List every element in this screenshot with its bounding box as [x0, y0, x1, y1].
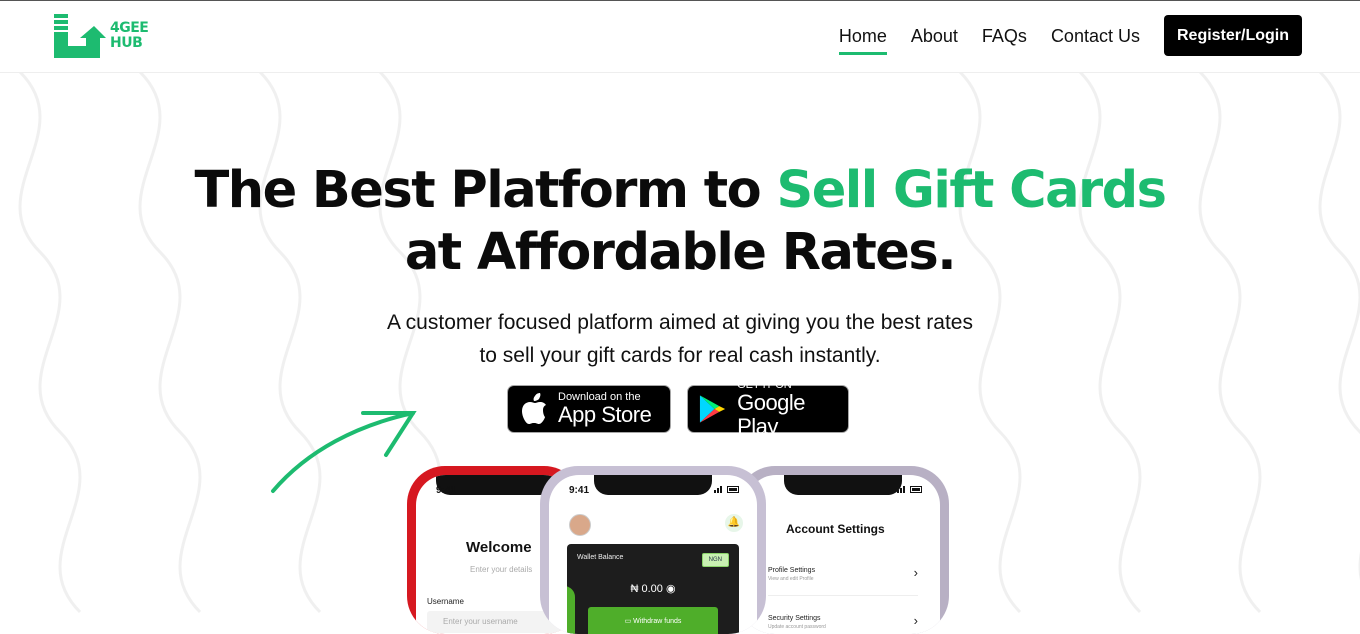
- signal-icon: [714, 486, 722, 493]
- google-play-text: GET IT ON Google Play: [737, 379, 848, 439]
- brand-name-line1: 4GEE: [110, 20, 149, 36]
- wallet-balance-amount: ₦ 0.00: [630, 583, 663, 595]
- hero-title-line2: at Affordable Rates.: [404, 223, 957, 282]
- welcome-heading: Welcome: [466, 539, 532, 556]
- hero-subtitle-line2: to sell your gift cards for real cash in…: [479, 344, 881, 367]
- hero-title-part1: The Best Platform to: [194, 161, 777, 220]
- hero-title: The Best Platform to Sell Gift Cards at …: [0, 160, 1360, 284]
- google-play-button[interactable]: GET IT ON Google Play: [687, 379, 849, 439]
- profile-settings-item: Profile Settings View and edit Profile ›: [768, 559, 918, 596]
- hero-section: The Best Platform to Sell Gift Cards at …: [0, 160, 1360, 372]
- status-icons: [897, 486, 924, 493]
- nav-about-link[interactable]: About: [911, 18, 958, 53]
- wallet-balance-label: Wallet Balance: [577, 554, 624, 561]
- brand-name: 4GEE HUB: [110, 20, 149, 51]
- battery-icon: [727, 486, 739, 493]
- decorative-arrow-icon: [271, 411, 417, 493]
- nav-contact-link[interactable]: Contact Us: [1051, 18, 1140, 53]
- status-time: 9:41: [569, 485, 590, 496]
- chevron-right-icon: ›: [913, 613, 918, 628]
- app-store-text: Download on the App Store: [558, 391, 652, 427]
- phone-notch: [784, 475, 902, 495]
- profile-settings-title: Profile Settings: [768, 567, 816, 574]
- profile-settings-sub: View and edit Profile: [768, 576, 814, 582]
- phone-notch: [594, 475, 712, 495]
- main-nav: Home About FAQs Contact Us Register/Logi…: [838, 15, 1302, 56]
- google-play-icon: [699, 395, 726, 423]
- status-time: 9:41: [436, 485, 457, 496]
- nav-faqs-link[interactable]: FAQs: [982, 18, 1027, 53]
- phone-wallet-screen: 9:41 🔔 Wallet Balance NGN ₦ 0.00 ◉ ▭ Wit…: [549, 475, 757, 634]
- chevron-right-icon: ›: [913, 565, 918, 580]
- account-settings-title: Account Settings: [786, 522, 885, 536]
- signal-icon: [897, 486, 905, 493]
- eye-icon: ◉: [665, 583, 676, 595]
- app-store-big-label: App Store: [558, 402, 652, 427]
- security-settings-item: Security Settings Update account passwor…: [768, 607, 918, 634]
- battery-icon: [910, 486, 922, 493]
- username-label: Username: [427, 597, 464, 606]
- hero-subtitle-line1: A customer focused platform aimed at giv…: [387, 311, 973, 334]
- app-store-button[interactable]: Download on the App Store: [507, 385, 671, 433]
- brand-logo[interactable]: 4GEE HUB: [54, 14, 149, 58]
- avatar: [569, 514, 591, 536]
- welcome-subtext: Enter your details: [470, 565, 533, 574]
- nav-home-link[interactable]: Home: [838, 18, 887, 55]
- wallet-balance-value: ₦ 0.00 ◉: [567, 582, 739, 595]
- brand-name-line2: HUB: [110, 35, 143, 51]
- google-play-big-label: Google Play: [737, 390, 806, 439]
- phone-account-screen: Account Settings Profile Settings View a…: [746, 475, 940, 634]
- withdraw-funds-button: ▭ Withdraw funds: [588, 607, 718, 634]
- wallet-icon: ▭: [624, 618, 632, 625]
- bell-icon: 🔔: [725, 514, 743, 532]
- security-settings-sub: Update account password: [768, 624, 826, 630]
- withdraw-funds-label: Withdraw funds: [633, 618, 682, 625]
- brand-logo-mark-icon: [54, 14, 106, 58]
- apple-icon: [522, 393, 546, 424]
- currency-badge: NGN: [701, 553, 729, 567]
- hero-subtitle: A customer focused platform aimed at giv…: [0, 306, 1360, 372]
- top-navbar: 4GEE HUB Home About FAQs Contact Us Regi…: [0, 1, 1360, 73]
- app-store-badges: Download on the App Store GET IT ON Goog…: [507, 379, 849, 439]
- status-icons: [714, 486, 741, 493]
- security-settings-title: Security Settings: [768, 615, 821, 622]
- hero-title-highlight: Sell Gift Cards: [776, 161, 1167, 220]
- register-login-button[interactable]: Register/Login: [1163, 15, 1302, 56]
- phone-mockup-account: Account Settings Profile Settings View a…: [737, 466, 949, 634]
- phone-mockup-wallet: 9:41 🔔 Wallet Balance NGN ₦ 0.00 ◉ ▭ Wit…: [540, 466, 766, 634]
- wallet-card: Wallet Balance NGN ₦ 0.00 ◉ ▭ Withdraw f…: [567, 544, 739, 634]
